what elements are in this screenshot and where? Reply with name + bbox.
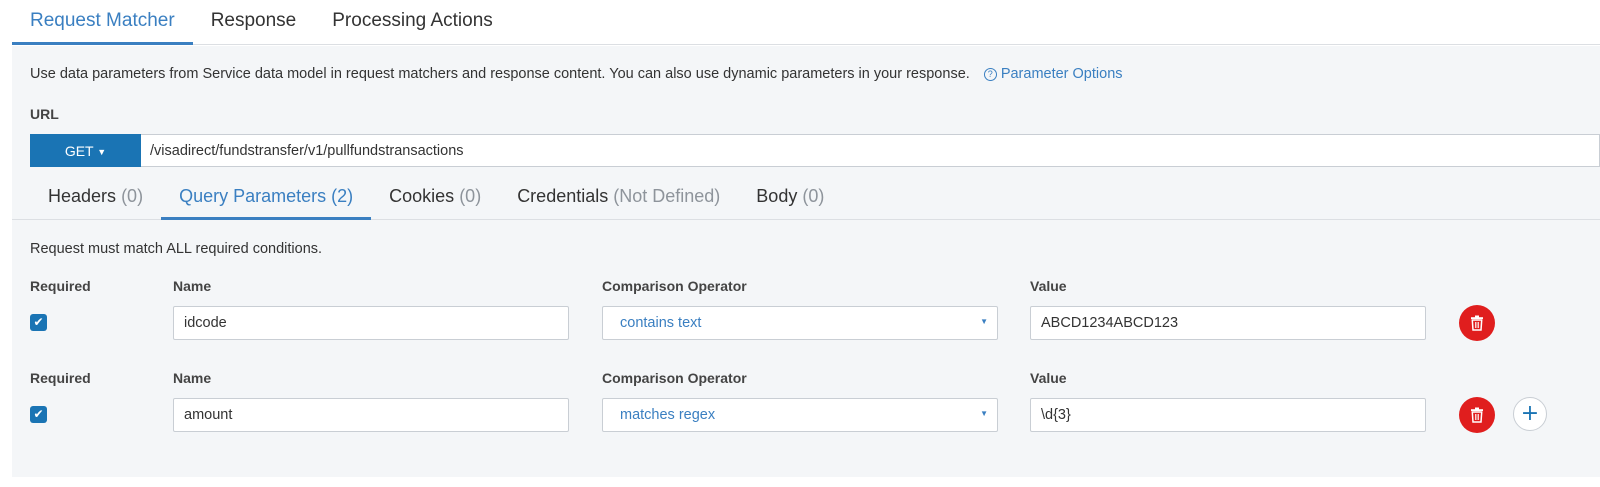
tab-request-matcher[interactable]: Request Matcher bbox=[12, 10, 193, 45]
caret-down-icon: ▼ bbox=[980, 409, 988, 418]
tab-response[interactable]: Response bbox=[193, 10, 315, 45]
caret-down-icon: ▼ bbox=[980, 317, 988, 326]
param-name-input[interactable] bbox=[173, 398, 569, 432]
value-column-label: Value bbox=[1030, 278, 1067, 294]
url-path-input[interactable] bbox=[141, 134, 1600, 167]
tab-headers[interactable]: Headers (0) bbox=[30, 186, 161, 220]
query-param-row: Required Name Comparison Operator Value … bbox=[12, 278, 1600, 358]
delete-param-button[interactable] bbox=[1459, 305, 1495, 341]
info-text: Use data parameters from Service data mo… bbox=[30, 66, 1123, 82]
add-param-button[interactable]: + bbox=[1513, 397, 1547, 431]
tab-credentials-label: Credentials bbox=[517, 186, 609, 206]
comparison-operator-value: matches regex bbox=[620, 407, 716, 423]
tab-body-count: (0) bbox=[802, 186, 825, 206]
matcher-sub-tab-bar: Headers (0) Query Parameters (2) Cookies… bbox=[12, 174, 1600, 220]
tab-body-label: Body bbox=[756, 186, 798, 206]
caret-down-icon: ▼ bbox=[97, 146, 107, 157]
tab-cookies-label: Cookies bbox=[389, 186, 455, 206]
tab-processing-actions[interactable]: Processing Actions bbox=[314, 10, 511, 45]
tab-headers-count: (0) bbox=[121, 186, 144, 206]
question-circle-icon: ? bbox=[983, 68, 997, 81]
tab-credentials[interactable]: Credentials (Not Defined) bbox=[499, 186, 738, 220]
parameter-options-link[interactable]: ? Parameter Options bbox=[983, 66, 1123, 82]
check-icon: ✔ bbox=[33, 315, 44, 329]
tab-cookies-count: (0) bbox=[459, 186, 482, 206]
delete-param-button[interactable] bbox=[1459, 397, 1495, 433]
required-column-label: Required bbox=[30, 278, 91, 294]
top-tab-bar: Request Matcher Response Processing Acti… bbox=[12, 0, 1600, 45]
info-text-content: Use data parameters from Service data mo… bbox=[30, 66, 970, 82]
match-note: Request must match ALL required conditio… bbox=[30, 241, 323, 257]
value-column-label: Value bbox=[1030, 370, 1067, 386]
tab-body[interactable]: Body (0) bbox=[738, 186, 842, 220]
comparison-operator-select[interactable]: contains text ▼ bbox=[602, 306, 998, 340]
check-icon: ✔ bbox=[33, 407, 44, 421]
name-column-label: Name bbox=[173, 370, 212, 386]
tab-credentials-count: (Not Defined) bbox=[613, 186, 721, 206]
param-value-input[interactable] bbox=[1030, 398, 1426, 432]
tab-query-parameters-label: Query Parameters bbox=[179, 186, 327, 206]
plus-icon: + bbox=[1520, 401, 1540, 426]
query-param-row: Required Name Comparison Operator Value … bbox=[12, 370, 1600, 450]
comparison-operator-select[interactable]: matches regex ▼ bbox=[602, 398, 998, 432]
tab-query-parameters[interactable]: Query Parameters (2) bbox=[161, 186, 372, 220]
required-checkbox[interactable]: ✔ bbox=[30, 406, 47, 423]
trash-icon bbox=[1471, 315, 1483, 331]
param-name-input[interactable] bbox=[173, 306, 569, 340]
tab-query-parameters-count: (2) bbox=[331, 186, 354, 206]
required-column-label: Required bbox=[30, 370, 91, 386]
tab-cookies[interactable]: Cookies (0) bbox=[371, 186, 499, 220]
parameter-options-label: Parameter Options bbox=[1000, 66, 1123, 82]
name-column-label: Name bbox=[173, 278, 212, 294]
url-label: URL bbox=[30, 106, 59, 122]
http-method-dropdown[interactable]: GET ▼ bbox=[30, 134, 141, 167]
param-value-input[interactable] bbox=[1030, 306, 1426, 340]
request-matcher-panel: Use data parameters from Service data mo… bbox=[12, 46, 1600, 477]
required-checkbox[interactable]: ✔ bbox=[30, 314, 47, 331]
operator-column-label: Comparison Operator bbox=[602, 278, 747, 294]
trash-icon bbox=[1471, 407, 1483, 423]
operator-column-label: Comparison Operator bbox=[602, 370, 747, 386]
http-method-label: GET bbox=[64, 142, 94, 159]
comparison-operator-value: contains text bbox=[620, 315, 702, 331]
tab-headers-label: Headers bbox=[48, 186, 117, 206]
